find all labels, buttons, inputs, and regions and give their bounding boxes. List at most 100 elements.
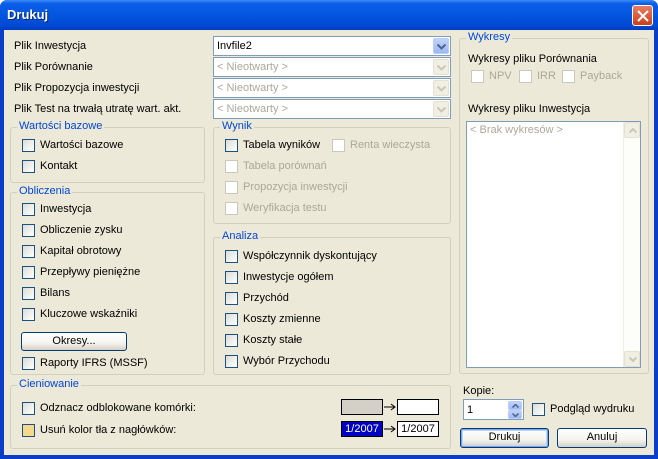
group-title: Obliczenia [17, 185, 73, 197]
listbox-placeholder: < Brak wykresów > [470, 124, 563, 136]
checkbox-box[interactable] [519, 70, 532, 83]
checkbox-label: Przychód [243, 292, 289, 304]
window-title: Drukuj [7, 7, 49, 22]
checkbox-box[interactable] [22, 402, 35, 415]
cancel-button[interactable]: Anuluj [557, 428, 647, 448]
checkbox-label: Obliczenie zysku [40, 224, 123, 236]
checkbox-box[interactable] [22, 308, 35, 321]
checkbox-label: Inwestycje ogółem [243, 271, 334, 283]
unlocked-color-before [341, 399, 383, 415]
file-label-porownanie: Plik Porównanie [14, 61, 93, 73]
vertical-scrollbar[interactable] [623, 122, 640, 367]
group-wynik: Wynik Tabela wyników Renta wieczysta Tab… [213, 120, 451, 224]
charts-listbox[interactable]: < Brak wykresów > [466, 121, 641, 368]
group-title: Analiza [220, 230, 261, 242]
arrow-right-icon [384, 403, 396, 411]
checkbox-box[interactable] [225, 202, 238, 215]
checkbox-label: Raporty IFRS (MSSF) [40, 357, 148, 369]
checkbox-box[interactable] [225, 160, 238, 173]
checkbox-label: NPV [489, 70, 512, 82]
checkbox-label: Koszty zmienne [243, 313, 321, 325]
dropdown-button[interactable] [433, 101, 449, 117]
checkbox-box[interactable] [225, 313, 238, 326]
chevron-down-icon [437, 107, 446, 113]
checkbox-box[interactable] [22, 139, 35, 152]
kopie-value: 1 [467, 404, 474, 416]
scroll-down-button[interactable] [624, 351, 640, 367]
checkbox-label: Renta wieczysta [350, 139, 431, 151]
checkbox-label: Podgląd wydruku [550, 403, 635, 415]
file-combo-porownanie[interactable]: < Nieotwarty > [213, 57, 451, 77]
checkbox-label: Tabela porównań [243, 160, 327, 172]
checkbox-box[interactable] [22, 287, 35, 300]
checkbox-box[interactable] [22, 224, 35, 237]
close-button[interactable] [632, 5, 653, 26]
title-bar[interactable]: Drukuj [0, 0, 658, 30]
dropdown-button[interactable] [433, 80, 449, 96]
file-combo-inwestycja[interactable]: Invfile2 [213, 36, 451, 56]
checkbox-box[interactable] [225, 250, 238, 263]
checkbox-box[interactable] [22, 266, 35, 279]
file-combo-value: < Nieotwarty > [217, 103, 288, 115]
checkbox-label: Przepływy pieniężne [40, 266, 141, 278]
checkbox-box[interactable] [225, 292, 238, 305]
checkbox-box[interactable] [225, 271, 238, 284]
header-color-before: 1/2007 [341, 421, 383, 437]
file-combo-propozycja[interactable]: < Nieotwarty > [213, 78, 451, 98]
group-obliczenia: Obliczenia Inwestycja Obliczenie zysku K… [10, 185, 205, 375]
checkbox-box[interactable] [225, 139, 238, 152]
checkbox-label: Inwestycja [40, 203, 92, 215]
kopie-label: Kopie: [463, 385, 495, 397]
chevron-down-icon [437, 44, 446, 50]
okresy-button[interactable]: Okresy... [21, 332, 127, 351]
checkbox-box[interactable] [22, 357, 35, 370]
checkbox-label: IRR [537, 70, 556, 82]
checkbox-label: Kluczowe wskaźniki [40, 308, 138, 320]
group-title: Wynik [220, 120, 254, 132]
group-title: Wartości bazowe [17, 120, 105, 132]
dropdown-button[interactable] [433, 38, 449, 54]
checkbox-label: Kontakt [40, 160, 78, 172]
close-icon [637, 10, 649, 22]
chevron-down-icon [629, 357, 637, 362]
chevron-up-icon [629, 128, 637, 133]
print-button[interactable]: Drukuj [460, 428, 549, 448]
file-label-inwestycja: Plik Inwestycja [14, 40, 87, 52]
checkbox-box[interactable] [225, 355, 238, 368]
dropdown-button[interactable] [433, 59, 449, 75]
checkbox-label: Bilans [40, 287, 70, 299]
checkbox-box[interactable] [471, 70, 484, 83]
header-color-after: 1/2007 [397, 421, 439, 437]
chevron-up-icon [512, 404, 519, 408]
checkbox-box[interactable] [225, 334, 238, 347]
spin-up-button[interactable] [508, 401, 522, 410]
checkbox-box[interactable] [22, 160, 35, 173]
checkbox-label: Wartości bazowe [40, 139, 124, 151]
checkbox-label: Współczynnik dyskontujący [243, 250, 377, 262]
checkbox-box[interactable] [22, 424, 35, 437]
checkbox-label: Weryfikacja testu [243, 202, 327, 214]
scroll-up-button[interactable] [624, 122, 640, 138]
wykresy-inwestycja-label: Wykresy pliku Inwestycja [468, 103, 591, 115]
spin-down-button[interactable] [508, 410, 522, 419]
group-analiza: Analiza Współczynnik dyskontujący Inwest… [213, 230, 451, 375]
group-wartosci-bazowe: Wartości bazowe Wartości bazowe Kontakt [10, 120, 205, 183]
kopie-spinner[interactable]: 1 [463, 399, 524, 420]
print-dialog: Drukuj Plik Inwestycja Invfile2 Plik Por… [0, 0, 658, 459]
group-cieniowanie: Cieniowanie Odznacz odblokowane komórki:… [10, 378, 451, 449]
checkbox-box[interactable] [532, 403, 545, 416]
group-wykresy: Wykresy Wykresy pliku Porównania NPV IRR… [459, 31, 649, 374]
wykresy-porownania-label: Wykresy pliku Porównania [468, 53, 597, 65]
checkbox-label: Kapitał obrotowy [40, 245, 122, 257]
checkbox-box[interactable] [22, 203, 35, 216]
checkbox-box[interactable] [562, 70, 575, 83]
checkbox-label: Odznacz odblokowane komórki: [40, 402, 196, 414]
checkbox-box[interactable] [225, 181, 238, 194]
checkbox-box[interactable] [22, 245, 35, 258]
checkbox-box[interactable] [332, 139, 345, 152]
group-title: Wykresy [466, 31, 513, 43]
file-combo-test[interactable]: < Nieotwarty > [213, 99, 451, 119]
chevron-down-icon [437, 65, 446, 71]
checkbox-label: Usuń kolor tła z nagłówków: [40, 424, 177, 436]
file-combo-value: Invfile2 [217, 40, 252, 52]
